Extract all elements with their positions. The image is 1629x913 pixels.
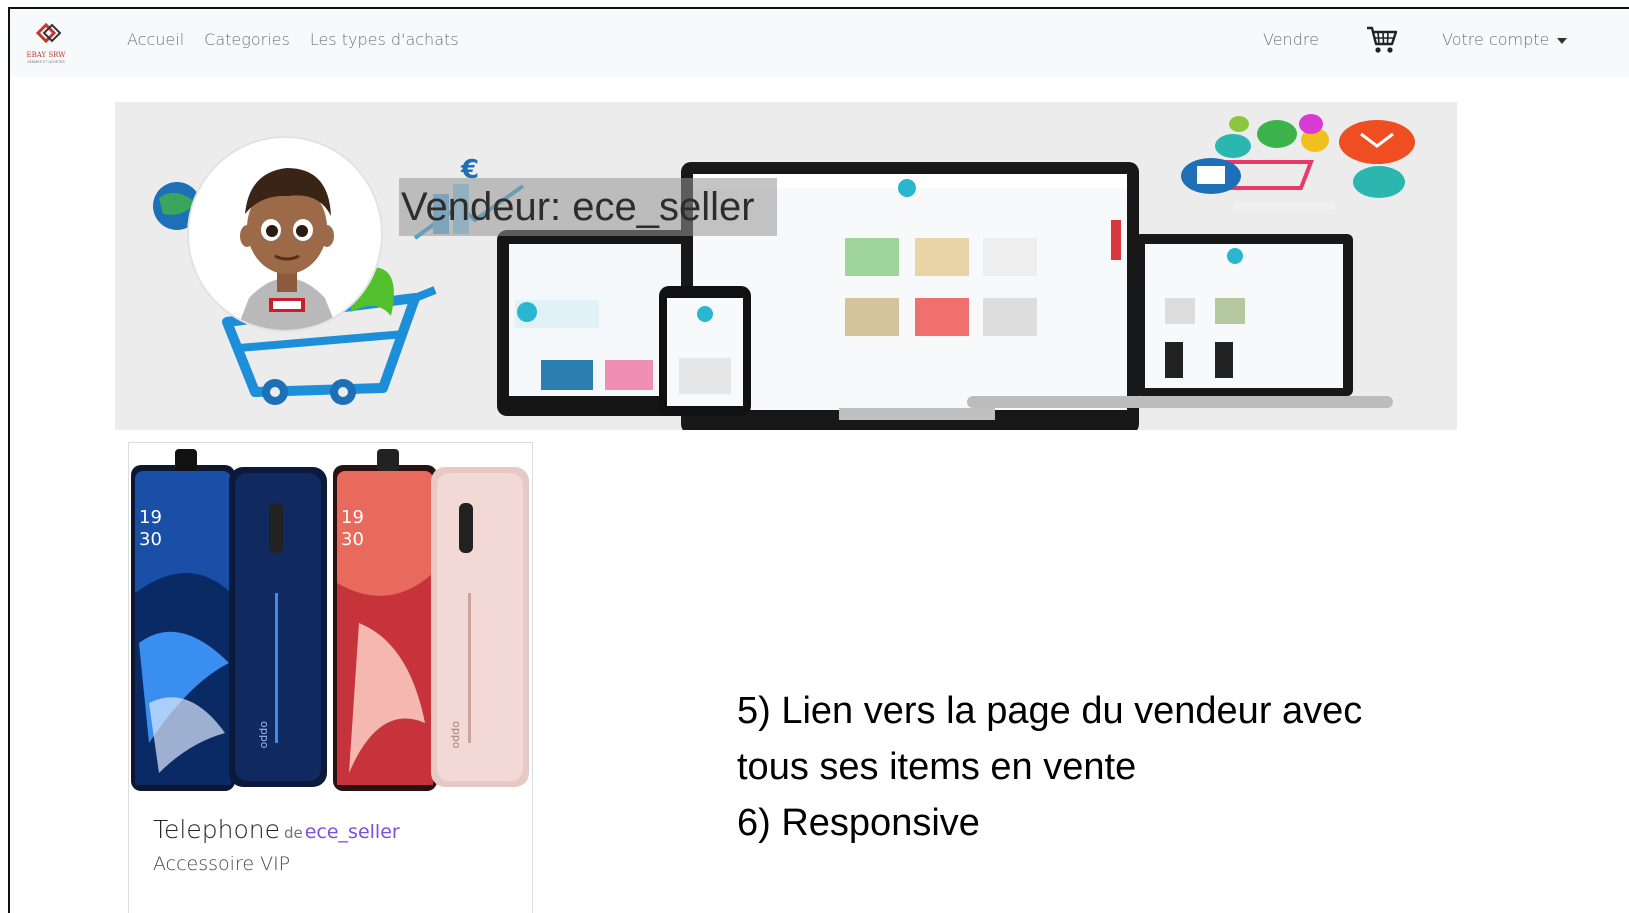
browser-viewport: EBAY SRW VENDRE ET ACHETER Accueil Categ… <box>8 7 1629 913</box>
product-category: Accessoire VIP <box>153 853 291 875</box>
seller-banner: € Vendeur: ece_seller <box>115 102 1457 430</box>
phone-time-min-2: 30 <box>341 529 364 550</box>
seller-avatar <box>187 136 383 332</box>
main-nav: Accueil Categories Les types d'achats <box>127 29 459 51</box>
top-navbar: EBAY SRW VENDRE ET ACHETER Accueil Categ… <box>10 9 1629 77</box>
shopping-cart-icon <box>1367 26 1398 53</box>
nav-link-accueil[interactable]: Accueil <box>127 29 184 51</box>
annotation-line-2: tous ses items en vente <box>737 746 1137 788</box>
brand-tagline: VENDRE ET ACHETER <box>27 60 65 64</box>
nav-link-types-achats[interactable]: Les types d'achats <box>310 29 459 51</box>
brand-logo-icon <box>35 22 62 44</box>
product-by-label: de <box>283 824 303 842</box>
account-dropdown[interactable]: Votre compte <box>1442 29 1568 51</box>
slide-annotation: 5) Lien vers la page du vendeur avec tou… <box>737 683 1457 851</box>
nav-link-categories[interactable]: Categories <box>204 29 290 51</box>
phone-brand-back-blue: oppo <box>258 721 271 749</box>
avatar-illustration <box>236 168 338 330</box>
caret-down-icon <box>1557 37 1568 44</box>
annotation-line-3: 6) Responsive <box>737 802 980 844</box>
phone-brand-back-pink: oppo <box>450 721 463 749</box>
cart-button[interactable] <box>1365 24 1399 56</box>
phone-time-hour: 19 <box>139 507 162 528</box>
nav-link-vendre[interactable]: Vendre <box>1263 29 1319 51</box>
product-card[interactable]: 19 30 oppo 19 30 oppo Telephone de ece_s… <box>128 442 533 913</box>
product-image[interactable]: 19 30 oppo 19 30 oppo <box>129 443 532 795</box>
brand-logo[interactable]: EBAY SRW VENDRE ET ACHETER <box>20 19 72 67</box>
annotation-line-1: 5) Lien vers la page du vendeur avec <box>737 690 1363 732</box>
vendor-title: Vendeur: ece_seller <box>399 178 777 236</box>
phone-time-hour-2: 19 <box>341 507 364 528</box>
product-name[interactable]: Telephone <box>153 815 280 844</box>
phone-time-min: 30 <box>139 529 162 550</box>
product-title-line: Telephone de ece_seller <box>153 815 400 844</box>
brand-name: EBAY SRW <box>26 51 66 59</box>
account-label: Votre compte <box>1442 30 1550 49</box>
product-seller-link[interactable]: ece_seller <box>305 821 400 843</box>
phone-product-illustration: 19 30 oppo 19 30 oppo <box>131 449 529 791</box>
